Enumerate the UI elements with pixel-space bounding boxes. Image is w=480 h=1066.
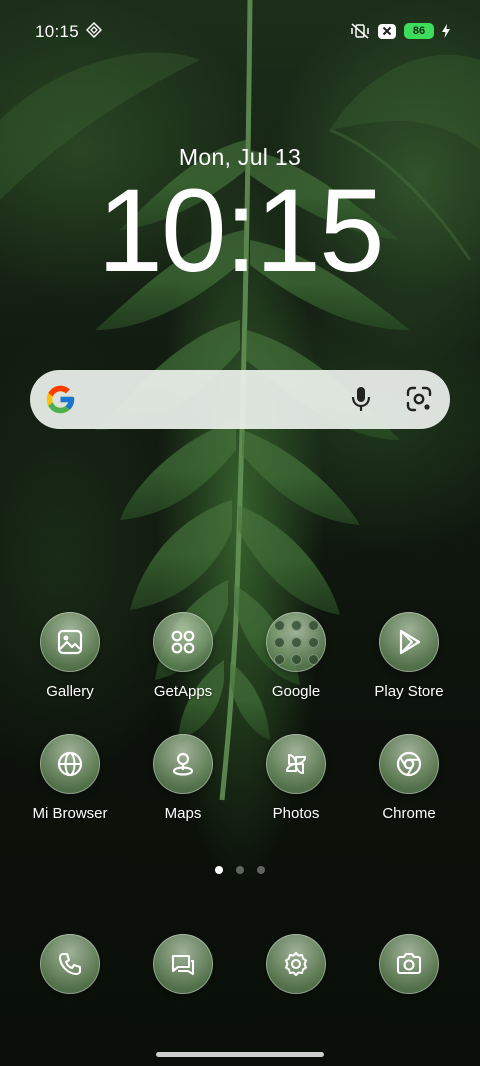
pinwheel-icon[interactable] bbox=[266, 734, 326, 794]
charging-bolt-icon bbox=[442, 24, 450, 38]
map-pin-icon[interactable] bbox=[153, 734, 213, 794]
app-label: Mi Browser bbox=[32, 805, 108, 822]
gesture-nav-handle[interactable] bbox=[156, 1052, 324, 1057]
chrome-icon[interactable] bbox=[379, 734, 439, 794]
folder-app-dot bbox=[273, 619, 285, 631]
status-right-group: 86 bbox=[350, 22, 450, 40]
app-label: GetApps bbox=[153, 683, 213, 700]
battery-level: 86 bbox=[404, 23, 434, 39]
network-icon bbox=[86, 22, 102, 38]
app-label: Chrome bbox=[382, 805, 436, 822]
getapps-icon[interactable] bbox=[153, 612, 213, 672]
dock-messages[interactable] bbox=[128, 934, 238, 994]
app-google-folder[interactable]: Google bbox=[241, 612, 351, 700]
play-store-icon[interactable] bbox=[379, 612, 439, 672]
folder-app-dot bbox=[290, 619, 302, 631]
folder-app-dot bbox=[307, 636, 319, 648]
globe-icon[interactable] bbox=[40, 734, 100, 794]
dock-phone[interactable] bbox=[15, 934, 125, 994]
page-dot bbox=[236, 866, 244, 874]
folder-app-dot bbox=[290, 653, 302, 665]
google-g-icon bbox=[44, 383, 77, 416]
folder-app-grid bbox=[273, 619, 319, 665]
settings-icon[interactable] bbox=[266, 934, 326, 994]
folder-app-dot bbox=[307, 619, 319, 631]
app-photos[interactable]: Photos bbox=[241, 734, 351, 822]
phone-icon[interactable] bbox=[40, 934, 100, 994]
gallery-icon[interactable] bbox=[40, 612, 100, 672]
app-label: Maps bbox=[164, 805, 202, 822]
vibrate-mute-icon bbox=[350, 23, 370, 39]
page-dot bbox=[257, 866, 265, 874]
x-badge-icon bbox=[378, 23, 396, 39]
app-label: Play Store bbox=[374, 683, 444, 700]
app-maps[interactable]: Maps bbox=[128, 734, 238, 822]
app-label: Gallery bbox=[46, 683, 94, 700]
app-getapps[interactable]: GetApps bbox=[128, 612, 238, 700]
lockscreen-clock[interactable]: 10:15 bbox=[0, 172, 480, 290]
status-time: 10:15 bbox=[35, 22, 80, 41]
page-dot-active bbox=[215, 866, 223, 874]
folder-app-dot bbox=[290, 636, 302, 648]
google-folder-icon[interactable] bbox=[266, 612, 326, 672]
app-label: Google bbox=[271, 683, 321, 700]
status-bar: 10:15 86 bbox=[0, 0, 480, 60]
app-gallery[interactable]: Gallery bbox=[15, 612, 125, 700]
dock-settings[interactable] bbox=[241, 934, 351, 994]
app-chrome[interactable]: Chrome bbox=[354, 734, 464, 822]
mic-icon[interactable] bbox=[348, 385, 374, 413]
folder-app-dot bbox=[273, 653, 285, 665]
app-mi-browser[interactable]: Mi Browser bbox=[15, 734, 125, 822]
camera-icon[interactable] bbox=[379, 934, 439, 994]
app-play-store[interactable]: Play Store bbox=[354, 612, 464, 700]
dock-camera[interactable] bbox=[354, 934, 464, 994]
app-label: Photos bbox=[272, 805, 320, 822]
folder-app-dot bbox=[273, 636, 285, 648]
folder-app-dot bbox=[307, 653, 319, 665]
google-search-bar[interactable] bbox=[30, 370, 450, 429]
lens-icon[interactable] bbox=[406, 386, 432, 412]
messages-icon[interactable] bbox=[153, 934, 213, 994]
page-indicator bbox=[0, 866, 480, 874]
